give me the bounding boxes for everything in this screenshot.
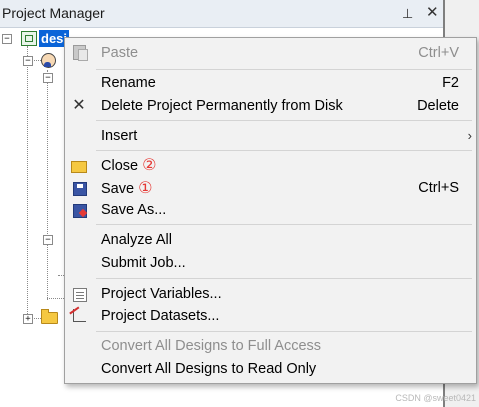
pin-icon[interactable]: ⊥ [402,0,413,27]
save-icon [73,182,87,196]
close-icon[interactable]: ✕ [426,0,439,26]
menu-separator [96,278,472,279]
submenu-arrow-icon: › [467,128,472,143]
menu-item-label: Insert [101,128,138,144]
menu-item-label: Paste [101,45,139,61]
menu-item-save-as[interactable]: Save As... [65,199,476,221]
tree-expander-user[interactable]: − [23,56,33,66]
menu-item-label: Save [101,181,135,197]
menu-item-label: Project Datasets... [101,308,220,324]
folder-icon[interactable] [41,309,58,324]
menu-item-label: Analyze All [101,232,172,248]
user-icon [41,53,56,68]
menu-item-label: Rename [101,75,156,91]
watermark: CSDN @sweet0421 [395,393,476,403]
tree-line [47,70,48,300]
menu-item-shortcut: Ctrl+S [418,180,459,196]
annotation-badge: ② [142,155,157,174]
menu-item-label: Submit Job... [101,255,186,271]
menu-item-close[interactable]: Close ② [65,154,476,176]
menu-item-label: Project Variables... [101,286,222,302]
menu-item-delete-project[interactable]: ✕ Delete Project Permanently from Disk D… [65,95,476,117]
menu-item-project-datasets[interactable]: Project Datasets... [65,305,476,327]
menu-item-rename[interactable]: Rename F2 [65,72,476,94]
menu-item-shortcut: Delete [417,98,459,114]
save-as-icon [73,204,87,218]
menu-separator [96,69,472,70]
context-menu: Paste Ctrl+V Rename F2 ✕ Delete Project … [64,37,477,384]
annotation-badge: ① [138,178,153,197]
menu-separator [96,224,472,225]
tree-line [47,298,64,299]
folder-icon [71,161,87,173]
menu-item-paste[interactable]: Paste Ctrl+V [65,42,476,64]
menu-item-shortcut: F2 [442,75,459,91]
menu-item-label: Close [101,158,139,174]
panel-header: Project Manager ⊥ ✕ [0,0,445,28]
menu-item-label: Convert All Designs to Read Only [101,361,317,377]
x-icon: ✕ [72,97,86,114]
datasets-icon [73,309,86,322]
menu-item-insert[interactable]: Insert › [65,125,476,147]
menu-separator [96,120,472,121]
menu-item-submit-job[interactable]: Submit Job... [65,252,476,274]
menu-item-convert-full-access[interactable]: Convert All Designs to Full Access [65,335,476,357]
menu-item-project-variables[interactable]: Project Variables... [65,283,476,305]
menu-item-label: Delete Project Permanently from Disk [101,98,343,114]
tree-expander-root[interactable]: − [2,34,12,44]
menu-item-label: Save As... [101,202,167,218]
menu-item-label: Convert All Designs to Full Access [101,338,322,354]
menu-item-convert-read-only[interactable]: Convert All Designs to Read Only [65,358,476,380]
design-icon [21,31,37,46]
tree-line [27,46,28,320]
tree-expander-child[interactable]: − [43,235,53,245]
tree-expander-child[interactable]: − [43,73,53,83]
paste-icon [73,45,88,61]
variables-icon [73,288,87,302]
menu-item-analyze-all[interactable]: Analyze All [65,229,476,251]
menu-item-shortcut: Ctrl+V [418,45,459,61]
tree-expander-folder[interactable]: + [23,314,33,324]
menu-separator [96,150,472,151]
menu-separator [96,331,472,332]
panel-title: Project Manager [2,5,105,21]
menu-item-save[interactable]: Save ① Ctrl+S [65,177,476,199]
